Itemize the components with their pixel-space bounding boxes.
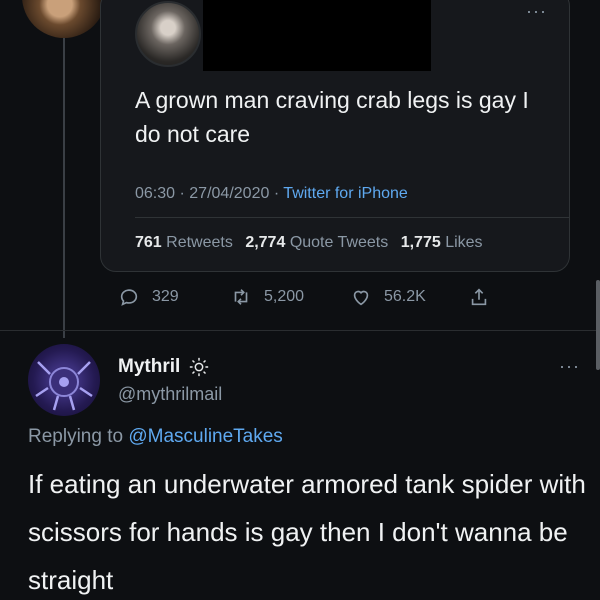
reply-author-handle[interactable]: @mythrilmail xyxy=(118,384,222,405)
avatar-artwork xyxy=(35,361,93,411)
retweet-button[interactable]: 5,200 xyxy=(230,286,304,308)
more-icon[interactable]: ··· xyxy=(559,356,580,377)
like-icon xyxy=(353,290,369,306)
likes-stat[interactable]: 1,775 Likes xyxy=(401,234,483,251)
stats-divider xyxy=(135,217,569,218)
reply-button[interactable]: 329 xyxy=(118,286,179,308)
retweet-count: 5,200 xyxy=(264,288,305,305)
sun-emoji-icon xyxy=(190,357,209,377)
tweet-date: 27/04/2020 xyxy=(189,185,270,202)
retweet-icon xyxy=(234,289,248,305)
scrollbar[interactable] xyxy=(596,280,600,370)
quoted-tweet-card[interactable]: ··· A grown man craving crab legs is gay… xyxy=(100,0,570,272)
share-icon xyxy=(471,288,487,306)
tweet-timestamp: 06:30 · 27/04/2020 · Twitter for iPhone xyxy=(135,185,408,202)
reply-tweet-text: If eating an underwater armored tank spi… xyxy=(28,469,586,595)
quoted-author-avatar[interactable] xyxy=(135,1,201,67)
more-options-icon[interactable]: ··· xyxy=(526,1,547,22)
tweet-action-bar: 329 5,200 56.2K xyxy=(118,286,518,312)
retweets-stat[interactable]: 761 Retweets xyxy=(135,234,233,251)
tweet-time: 06:30 xyxy=(135,185,176,202)
reply-author-name[interactable]: Mythril xyxy=(118,356,210,378)
reply-author-avatar[interactable] xyxy=(28,344,100,416)
replying-to-mention[interactable]: @MasculineTakes xyxy=(128,426,282,447)
replying-prefix: Replying to xyxy=(28,426,124,447)
tweet-divider xyxy=(0,330,600,331)
tweet-source-link[interactable]: Twitter for iPhone xyxy=(283,185,408,202)
redacted-name-block xyxy=(203,0,431,71)
original-poster-avatar[interactable] xyxy=(22,0,106,38)
share-button[interactable] xyxy=(468,286,502,308)
replying-to-line: Replying to @MasculineTakes xyxy=(28,426,283,448)
tweet-thread-screenshot: ··· A grown man craving crab legs is gay… xyxy=(0,0,600,600)
thread-connector-line xyxy=(63,38,65,338)
tweet-stats: 761 Retweets 2,774 Quote Tweets 1,775 Li… xyxy=(135,234,491,252)
quote-tweets-stat[interactable]: 2,774 Quote Tweets xyxy=(245,234,388,251)
quoted-tweet-text: A grown man craving crab legs is gay I d… xyxy=(135,87,529,147)
reply-icon xyxy=(120,289,138,306)
like-button[interactable]: 56.2K xyxy=(350,286,426,308)
reply-count: 329 xyxy=(152,288,179,305)
display-name: Mythril xyxy=(118,356,181,377)
like-count: 56.2K xyxy=(384,288,426,305)
